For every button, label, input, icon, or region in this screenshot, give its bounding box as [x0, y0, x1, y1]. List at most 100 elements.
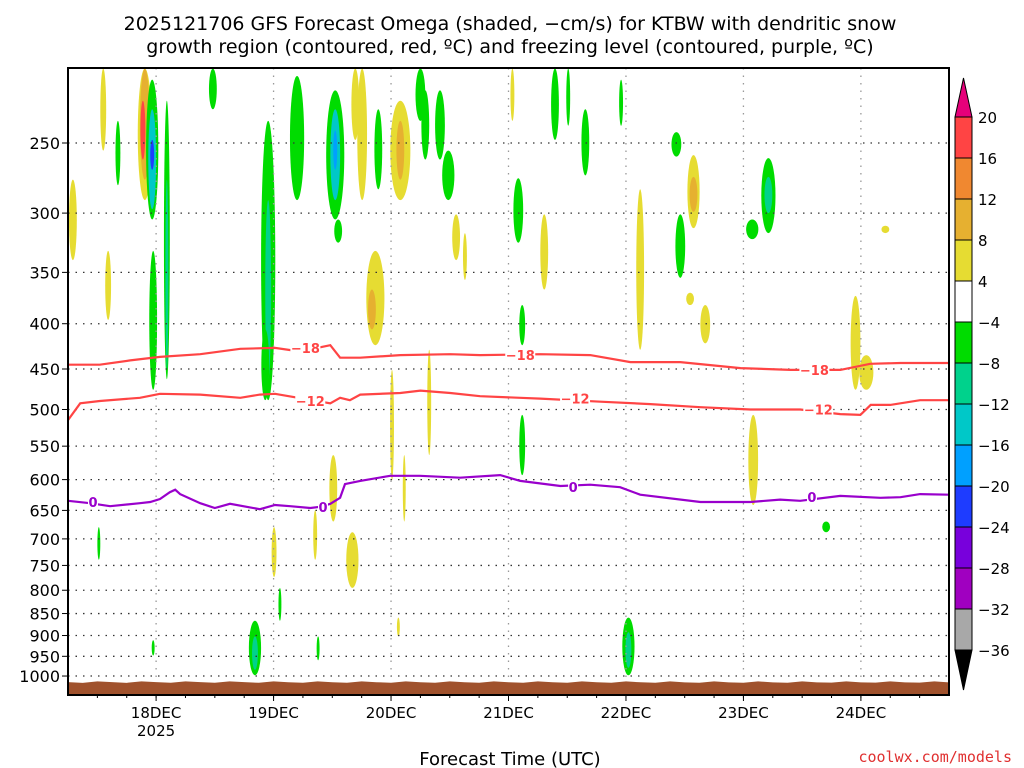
omega-region	[208, 68, 217, 110]
colorbar-box	[954, 280, 973, 323]
colorbar-label: −32	[978, 601, 1010, 619]
omega-region	[686, 292, 694, 306]
colorbar-box	[954, 608, 973, 651]
omega-region	[850, 295, 861, 390]
y-tick-label: 250	[29, 134, 60, 153]
omega-region	[764, 176, 773, 214]
contour-label: −18	[291, 342, 320, 357]
colorbar-box	[954, 567, 973, 610]
omega-region	[519, 414, 526, 476]
colorbar-label: −20	[978, 478, 1010, 496]
colorbar-box	[954, 116, 973, 159]
colorbar: 20 16 12 8 4 −4 −8 −12 −16 −20 −24 −28 −32 −36	[954, 77, 1010, 691]
omega-region	[316, 636, 320, 661]
colorbar-label: 16	[978, 150, 997, 168]
y-tick-label: 600	[29, 471, 60, 490]
colorbar-label: 12	[978, 191, 997, 209]
colorbar-label: −36	[978, 642, 1010, 660]
omega-region	[442, 150, 455, 201]
omega-region	[396, 617, 400, 637]
omega-region	[333, 130, 338, 170]
omega-region	[625, 632, 632, 668]
y-tick-label: 900	[29, 627, 60, 646]
chart-title-line1: 2025121706 GFS Forecast Omega (shaded, −…	[124, 13, 897, 35]
colorbar-box	[954, 198, 973, 241]
omega-region	[374, 109, 383, 190]
omega-region	[105, 250, 112, 320]
omega-region	[421, 90, 430, 160]
colorbar-label: −12	[978, 396, 1010, 414]
y-tick-label: 450	[29, 360, 60, 379]
omega-region	[519, 305, 526, 346]
omega-region	[513, 178, 524, 243]
omega-region	[402, 455, 406, 522]
omega-region	[881, 225, 890, 234]
omega-region	[261, 329, 270, 401]
x-tick-label: 21DEC	[483, 704, 534, 722]
omega-region	[551, 68, 559, 140]
colorbar-under-triangle	[954, 649, 973, 691]
plot-content: −18 −18 −18 −12 −12 −12 0 0 0 0	[68, 68, 949, 695]
y-tick-label: 700	[29, 530, 60, 549]
colorbar-box	[954, 157, 973, 200]
omega-cross-section-chart: 2025121706 GFS Forecast Omega (shaded, −…	[19, 13, 1012, 768]
omega-region	[671, 132, 682, 157]
colorbar-box	[954, 403, 973, 446]
y-tick-label: 950	[29, 647, 60, 666]
omega-region	[165, 179, 169, 370]
credit-link[interactable]: coolwx.com/models	[858, 748, 1012, 766]
omega-region	[390, 369, 394, 481]
colorbar-label: 4	[978, 273, 988, 291]
omega-region	[271, 527, 277, 578]
colorbar-label: −4	[978, 314, 1000, 332]
contour-label: −18	[506, 349, 535, 364]
omega-region	[289, 75, 305, 201]
omega-region	[619, 79, 624, 126]
omega-region	[329, 455, 338, 522]
omega-region	[151, 640, 155, 656]
y-tick-label: 400	[29, 315, 60, 334]
colorbar-label: −28	[978, 560, 1010, 578]
omega-region	[689, 176, 698, 212]
chart-title-line2: growth region (contoured, red, ºC) and f…	[146, 36, 873, 58]
y-tick-label: 300	[29, 204, 60, 223]
omega-region	[150, 139, 155, 170]
colorbar-label: −8	[978, 355, 1000, 373]
omega-region	[357, 68, 368, 201]
y-tick-label: 1000	[19, 667, 60, 686]
omega-region	[68, 179, 77, 261]
y-tick-label: 350	[29, 263, 60, 282]
x-tick-label: 22DEC	[601, 704, 652, 722]
omega-region	[100, 68, 107, 151]
contour-label: 0	[88, 496, 97, 511]
omega-region	[427, 349, 432, 456]
colorbar-label: 8	[978, 232, 988, 250]
x-axis-label: Forecast Time (UTC)	[419, 749, 600, 768]
contour-label: −18	[800, 364, 829, 379]
colorbar-label: −16	[978, 437, 1010, 455]
omega-region	[252, 636, 258, 670]
x-tick-sublabel: 2025	[137, 722, 175, 740]
x-tick-label: 19DEC	[248, 704, 299, 722]
y-tick-label: 800	[29, 581, 60, 600]
omega-region	[636, 189, 645, 350]
omega-region	[452, 214, 461, 261]
x-tick-label: 18DEC	[131, 704, 182, 722]
omega-region	[510, 68, 515, 121]
colorbar-box	[954, 321, 973, 364]
omega-region	[748, 414, 759, 506]
y-tick-label: 850	[29, 605, 60, 624]
colorbar-box	[954, 485, 973, 528]
omega-region	[140, 100, 146, 160]
x-tick-label: 24DEC	[836, 704, 887, 722]
y-tick-label: 550	[29, 437, 60, 456]
colorbar-label: 20	[978, 109, 997, 127]
omega-region	[746, 219, 759, 240]
omega-region	[700, 305, 711, 344]
omega-region	[540, 214, 549, 290]
omega-region	[822, 521, 831, 533]
y-tick-label: 750	[29, 556, 60, 575]
contour-label: 0	[807, 491, 816, 506]
colorbar-box	[954, 239, 973, 282]
omega-region	[566, 68, 571, 126]
